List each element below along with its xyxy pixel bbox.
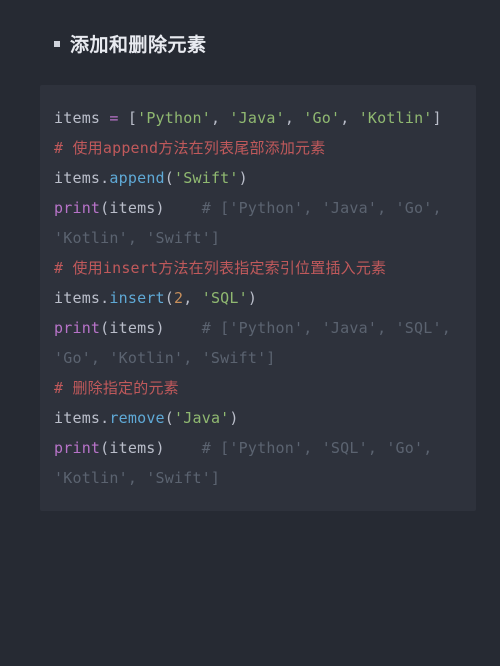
code-token: 'Python' <box>137 109 211 127</box>
code-token: items <box>54 109 109 127</box>
code-token: append <box>109 169 164 187</box>
code-token: , <box>340 109 358 127</box>
code-token: ] <box>433 109 442 127</box>
code-token: (items) <box>100 319 202 337</box>
code-token: ( <box>165 409 174 427</box>
code-line: # 删除指定的元素 <box>54 379 179 397</box>
code-line: # 使用insert方法在列表指定索引位置插入元素 <box>54 259 386 277</box>
code-line: # 使用append方法在列表尾部添加元素 <box>54 139 325 157</box>
code-token: , <box>183 289 201 307</box>
code-token: [ <box>119 109 137 127</box>
code-token: (items) <box>100 199 202 217</box>
code-token: 'Go' <box>303 109 340 127</box>
code-line: print(items) # ['Python', 'Java', 'Go', … <box>54 199 451 247</box>
code-token: ( <box>165 289 174 307</box>
code-token: # 使用insert方法在列表指定索引位置插入元素 <box>54 259 386 277</box>
code-token: 2 <box>174 289 183 307</box>
code-token: insert <box>109 289 164 307</box>
section-heading: 添加和删除元素 <box>54 30 476 57</box>
code-token: ) <box>229 409 238 427</box>
code-token: = <box>109 109 118 127</box>
code-token: # 使用append方法在列表尾部添加元素 <box>54 139 325 157</box>
code-line: items = ['Python', 'Java', 'Go', 'Kotlin… <box>54 109 442 127</box>
code-token: 'Kotlin' <box>359 109 433 127</box>
code-token: print <box>54 199 100 217</box>
code-token: 'Java' <box>229 109 284 127</box>
code-token: , <box>211 109 229 127</box>
code-token: ) <box>248 289 257 307</box>
code-token: 'SQL' <box>202 289 248 307</box>
code-token: print <box>54 319 100 337</box>
code-token: , <box>285 109 303 127</box>
bullet-icon <box>54 41 60 47</box>
code-line: print(items) # ['Python', 'SQL', 'Go', '… <box>54 439 442 487</box>
code-token: 'Swift' <box>174 169 239 187</box>
code-line: items.remove('Java') <box>54 409 239 427</box>
page: 添加和删除元素 items = ['Python', 'Java', 'Go',… <box>0 0 500 551</box>
code-token: 'Java' <box>174 409 229 427</box>
code-token: print <box>54 439 100 457</box>
code-token: items. <box>54 169 109 187</box>
code-token: items. <box>54 409 109 427</box>
code-token: items. <box>54 289 109 307</box>
code-token: (items) <box>100 439 202 457</box>
code-line: items.insert(2, 'SQL') <box>54 289 257 307</box>
code-block: items = ['Python', 'Java', 'Go', 'Kotlin… <box>40 85 476 511</box>
code-token: remove <box>109 409 164 427</box>
code-token: ( <box>165 169 174 187</box>
heading-text: 添加和删除元素 <box>70 30 207 57</box>
code-line: items.append('Swift') <box>54 169 248 187</box>
code-token: ) <box>239 169 248 187</box>
code-line: print(items) # ['Python', 'Java', 'SQL',… <box>54 319 460 367</box>
code-token: # 删除指定的元素 <box>54 379 179 397</box>
